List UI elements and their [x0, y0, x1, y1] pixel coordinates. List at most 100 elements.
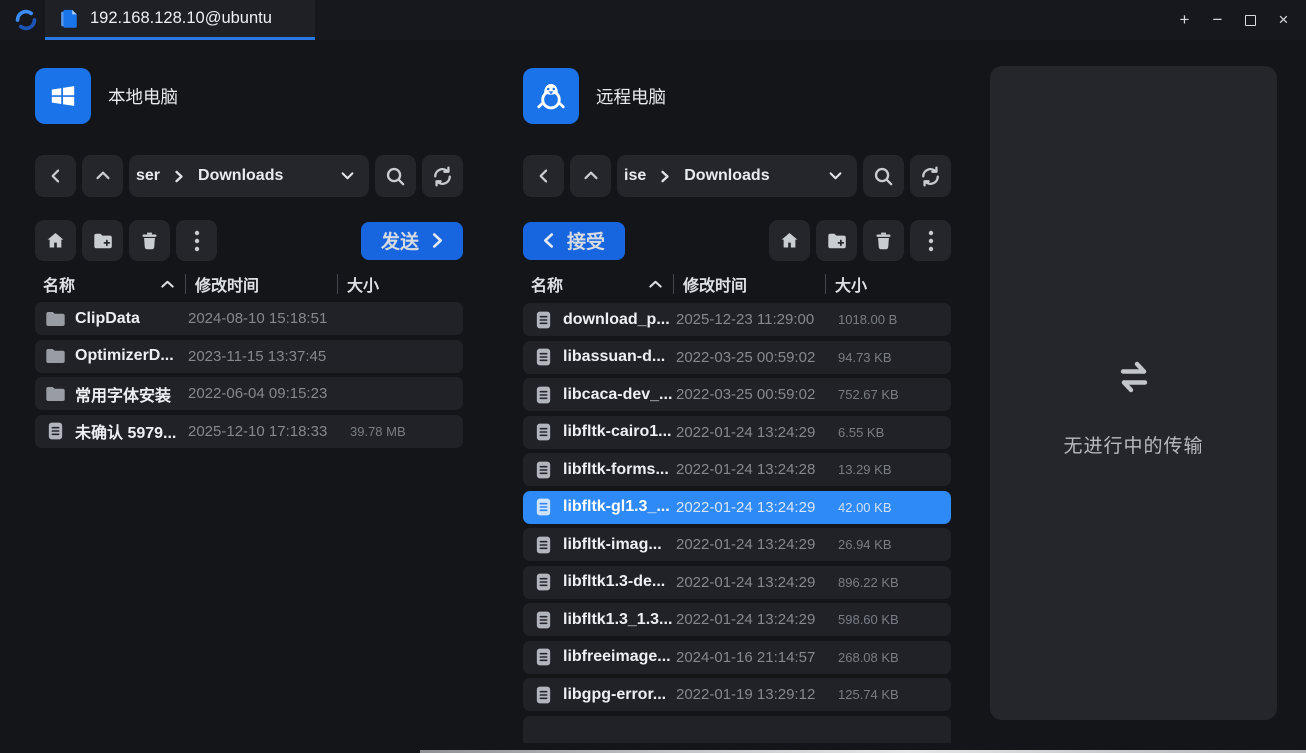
local-path-bar[interactable]: ser Downloads: [129, 155, 369, 197]
file-size: 13.29 KB: [838, 462, 951, 477]
remote-delete-button[interactable]: [863, 220, 904, 261]
remote-new-folder-button[interactable]: [816, 220, 857, 261]
remote-home-button[interactable]: [769, 220, 810, 261]
sort-ascending-icon: [648, 279, 663, 289]
file-icon: [523, 572, 563, 592]
transfer-arrows-icon: [1111, 354, 1157, 405]
column-name-label: 名称: [531, 272, 563, 296]
file-modified: 2024-01-16 21:14:57: [676, 649, 838, 666]
titlebar: 192.168.128.10@ubuntu + − ×: [0, 0, 1306, 40]
table-row[interactable]: OptimizerD... 2023-11-15 13:37:45: [35, 340, 463, 373]
remote-back-button[interactable]: [523, 155, 564, 197]
file-modified: 2022-01-24 13:24:28: [676, 461, 838, 478]
local-refresh-button[interactable]: [422, 155, 463, 197]
file-name: OptimizerD...: [75, 347, 188, 365]
path-segment-parent: ser: [136, 167, 160, 185]
file-icon: [523, 685, 563, 705]
file-icon: [523, 422, 563, 442]
path-segment-parent: ise: [624, 167, 646, 185]
table-row[interactable]: libfltk-imag... 2022-01-24 13:24:29 26.9…: [523, 528, 951, 561]
column-header-size[interactable]: 大小: [826, 272, 951, 296]
table-row[interactable]: libfltk-cairo1... 2022-01-24 13:24:29 6.…: [523, 416, 951, 449]
file-modified: 2022-01-24 13:24:29: [676, 574, 838, 591]
file-modified: 2022-06-04 09:15:23: [188, 385, 350, 402]
local-delete-button[interactable]: [129, 220, 170, 261]
file-icon: [523, 647, 563, 667]
file-size: 94.73 KB: [838, 350, 951, 365]
file-name: libassuan-d...: [563, 348, 676, 366]
path-segment-current: Downloads: [198, 167, 283, 185]
local-new-folder-button[interactable]: [82, 220, 123, 261]
file-modified: 2022-01-24 13:24:29: [676, 611, 838, 628]
local-up-button[interactable]: [82, 155, 123, 197]
new-tab-button[interactable]: +: [1168, 0, 1201, 40]
file-icon: [523, 310, 563, 330]
column-header-modified[interactable]: 修改时间: [674, 272, 825, 296]
local-table-header: 名称 修改时间 大小: [35, 268, 463, 300]
remote-refresh-button[interactable]: [910, 155, 951, 197]
remote-more-button[interactable]: [910, 220, 951, 261]
local-home-button[interactable]: [35, 220, 76, 261]
session-tab[interactable]: 192.168.128.10@ubuntu: [45, 0, 315, 40]
file-transfer-tab-icon: [58, 8, 79, 30]
local-nav-row: ser Downloads: [35, 155, 463, 197]
remote-table-header: 名称 修改时间 大小: [523, 268, 951, 300]
table-row[interactable]: 常用字体安装 2022-06-04 09:15:23: [35, 377, 463, 410]
receive-button-label: 接受: [567, 227, 605, 254]
file-modified: 2022-01-19 13:29:12: [676, 686, 838, 703]
column-name-label: 名称: [43, 272, 75, 296]
minimize-button[interactable]: −: [1201, 0, 1234, 40]
table-row[interactable]: ClipData 2024-08-10 15:18:51: [35, 302, 463, 335]
file-modified: 2025-12-23 11:29:00: [676, 311, 838, 328]
window-controls: + − ×: [1168, 0, 1300, 40]
column-header-name[interactable]: 名称: [523, 272, 673, 296]
table-row[interactable]: libfltk1.3_1.3... 2022-01-24 13:24:29 59…: [523, 603, 951, 636]
local-search-button[interactable]: [375, 155, 416, 197]
close-button[interactable]: ×: [1267, 0, 1300, 40]
file-size: 752.67 KB: [838, 387, 951, 402]
send-button[interactable]: 发送: [361, 222, 463, 260]
table-row[interactable]: libfltk1.3-de... 2022-01-24 13:24:29 896…: [523, 566, 951, 599]
column-header-size[interactable]: 大小: [338, 272, 463, 296]
table-row[interactable]: libfreeimage... 2024-01-16 21:14:57 268.…: [523, 641, 951, 674]
file-icon: [523, 497, 563, 517]
table-row-partial: [523, 716, 951, 744]
file-name: libfreeimage...: [563, 648, 676, 666]
folder-icon: [35, 310, 75, 328]
remote-path-bar[interactable]: ise Downloads: [617, 155, 857, 197]
table-row[interactable]: 未确认 5979... 2025-12-10 17:18:33 39.78 MB: [35, 415, 463, 448]
table-row[interactable]: libfltk-forms... 2022-01-24 13:24:28 13.…: [523, 453, 951, 486]
column-header-name[interactable]: 名称: [35, 272, 185, 296]
file-name: ClipData: [75, 310, 188, 328]
file-name: libfltk-forms...: [563, 461, 676, 479]
tab-title: 192.168.128.10@ubuntu: [90, 9, 272, 28]
chevron-down-icon[interactable]: [340, 170, 355, 182]
table-row[interactable]: libassuan-d... 2022-03-25 00:59:02 94.73…: [523, 341, 951, 374]
file-modified: 2022-03-25 00:59:02: [676, 349, 838, 366]
maximize-button[interactable]: [1234, 0, 1267, 40]
file-icon: [523, 610, 563, 630]
file-name: libgpg-error...: [563, 686, 676, 704]
remote-up-button[interactable]: [570, 155, 611, 197]
remote-search-button[interactable]: [863, 155, 904, 197]
local-back-button[interactable]: [35, 155, 76, 197]
table-row[interactable]: download_p... 2025-12-23 11:29:00 1018.0…: [523, 303, 951, 336]
table-row[interactable]: libcaca-dev_... 2022-03-25 00:59:02 752.…: [523, 378, 951, 411]
chevron-down-icon[interactable]: [828, 170, 843, 182]
file-icon: [523, 460, 563, 480]
file-name: libcaca-dev_...: [563, 386, 676, 404]
file-name: libfltk1.3-de...: [563, 573, 676, 591]
local-more-button[interactable]: [176, 220, 217, 261]
file-size: 598.60 KB: [838, 612, 951, 627]
folder-icon: [35, 347, 75, 365]
file-modified: 2022-01-24 13:24:29: [676, 499, 838, 516]
chevron-left-icon: [543, 232, 554, 249]
file-size: 125.74 KB: [838, 687, 951, 702]
remote-tool-group: [769, 220, 951, 261]
table-row[interactable]: libgpg-error... 2022-01-19 13:29:12 125.…: [523, 678, 951, 711]
receive-button[interactable]: 接受: [523, 222, 625, 260]
file-size: 268.08 KB: [838, 650, 951, 665]
file-modified: 2022-01-24 13:24:29: [676, 536, 838, 553]
table-row-selected[interactable]: libfltk-gl1.3_... 2022-01-24 13:24:29 42…: [523, 491, 951, 524]
column-header-modified[interactable]: 修改时间: [186, 272, 337, 296]
